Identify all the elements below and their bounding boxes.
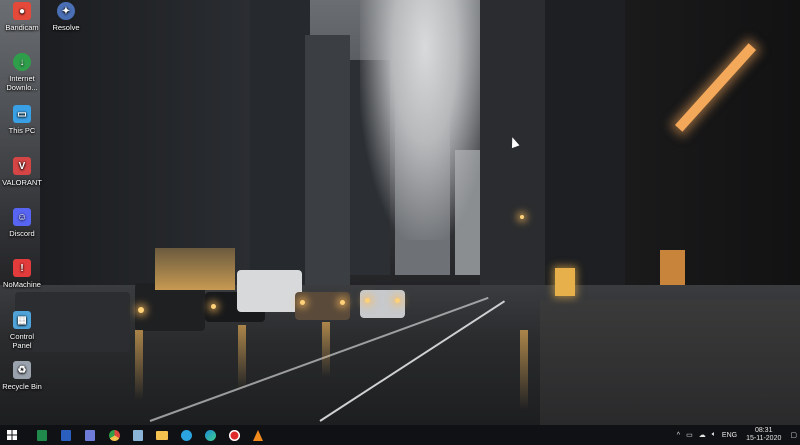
onedrive-icon[interactable]: ☁ [696, 431, 709, 439]
headlight [300, 300, 305, 305]
lit-sign [555, 268, 575, 296]
reflection [520, 330, 528, 410]
desktop-icon-nomachine[interactable]: ! NoMachine [0, 259, 44, 289]
this-pc-icon: ▭ [13, 105, 31, 123]
record-icon [228, 429, 240, 441]
desktop-icon-this-pc[interactable]: ▭ This PC [0, 105, 44, 135]
taskbar-file-explorer[interactable] [150, 425, 174, 445]
network-icon[interactable]: ▭ [683, 431, 696, 439]
clock[interactable]: 08:31 15-11-2020 [740, 427, 787, 443]
excel-icon [37, 429, 47, 441]
building [625, 0, 800, 330]
word-icon [61, 429, 71, 441]
desktop-icon-label: Control Panel [9, 332, 35, 350]
resolve-icon: ✦ [57, 2, 75, 20]
street-lamp [520, 215, 524, 219]
desktop-icon-label: Discord [9, 229, 35, 238]
taskbar-word[interactable] [54, 425, 78, 445]
taskbar-excel[interactable] [30, 425, 54, 445]
car [360, 290, 405, 318]
desktop-icon-recycle-bin[interactable]: ♻ Recycle Bin [0, 361, 44, 391]
clock-time: 08:31 [754, 427, 773, 434]
discord-icon: ☺ [13, 208, 31, 226]
speaker-icon[interactable]: 🔈︎ [709, 431, 719, 439]
desktop-icon-label: Resolve [52, 23, 80, 32]
taskbar: ^ ▭ ☁ 🔈︎ ENG 08:31 15-11-2020 ▢ [0, 425, 800, 445]
start-button[interactable] [0, 425, 24, 445]
fog [360, 0, 490, 240]
desktop-icon-label: VALORANT [2, 178, 42, 187]
file-explorer-icon [156, 430, 168, 440]
telegram-icon [180, 429, 192, 441]
reflection [135, 330, 143, 400]
chrome-icon [108, 429, 120, 441]
valorant-icon: V [13, 157, 31, 175]
desktop-icon-label: Bandicam [5, 23, 39, 32]
desktop-icon-label: Recycle Bin [2, 382, 42, 391]
headlight [395, 298, 400, 303]
notifications-icon[interactable]: ▢ [787, 431, 800, 439]
bandicam-icon: ● [13, 2, 31, 20]
windows-start-icon [7, 430, 17, 440]
desktop-icon-label: Internet Downlo... [6, 74, 38, 92]
taskbar-telegram[interactable] [174, 425, 198, 445]
desktop-icon-label: This PC [8, 126, 36, 135]
desktop-icon-resolve[interactable]: ✦ Resolve [44, 2, 88, 32]
car [135, 283, 205, 331]
car [295, 292, 350, 320]
notepad-icon [133, 429, 143, 441]
show-hidden-icons-button[interactable]: ^ [674, 432, 683, 439]
nomachine-icon: ! [13, 259, 31, 277]
desktop-icon-label: NoMachine [3, 280, 41, 289]
control-panel-icon: ▦ [13, 311, 31, 329]
building [250, 0, 310, 290]
reflection [238, 325, 246, 390]
language-indicator[interactable]: ENG [719, 432, 740, 439]
headlight [365, 298, 370, 303]
system-tray: ^ ▭ ☁ 🔈︎ ENG 08:31 15-11-2020 ▢ [674, 425, 800, 445]
desktop-icon-valorant[interactable]: V VALORANT [0, 157, 44, 187]
taskbar-vlc[interactable] [246, 425, 270, 445]
calculator-icon [85, 429, 95, 441]
recycle-bin-icon: ♻ [13, 361, 31, 379]
edge-icon [204, 429, 216, 441]
taskbar-chrome[interactable] [102, 425, 126, 445]
taskbar-notepad[interactable] [126, 425, 150, 445]
desktop-icon-bandicam[interactable]: ● Bandicam [0, 2, 44, 32]
sidewalk [540, 300, 800, 425]
desktop-icon-control-panel[interactable]: ▦ Control Panel [0, 311, 44, 350]
taskbar-edge[interactable] [198, 425, 222, 445]
vlc-icon [253, 429, 263, 441]
lit-window [660, 250, 685, 285]
reflection [322, 322, 330, 377]
desktop-icon-discord[interactable]: ☺ Discord [0, 208, 44, 238]
idm-icon: ↓ [13, 53, 31, 71]
storefront [155, 248, 235, 290]
building [305, 35, 350, 285]
headlight [211, 304, 216, 309]
bus [237, 270, 302, 312]
desktop-icon-internet-download-manager[interactable]: ↓ Internet Downlo... [0, 53, 44, 92]
taskbar-recorder[interactable] [222, 425, 246, 445]
taskbar-calculator[interactable] [78, 425, 102, 445]
headlight [340, 300, 345, 305]
desktop-wallpaper [0, 0, 800, 425]
clock-date: 15-11-2020 [746, 435, 782, 442]
headlight [138, 307, 144, 313]
